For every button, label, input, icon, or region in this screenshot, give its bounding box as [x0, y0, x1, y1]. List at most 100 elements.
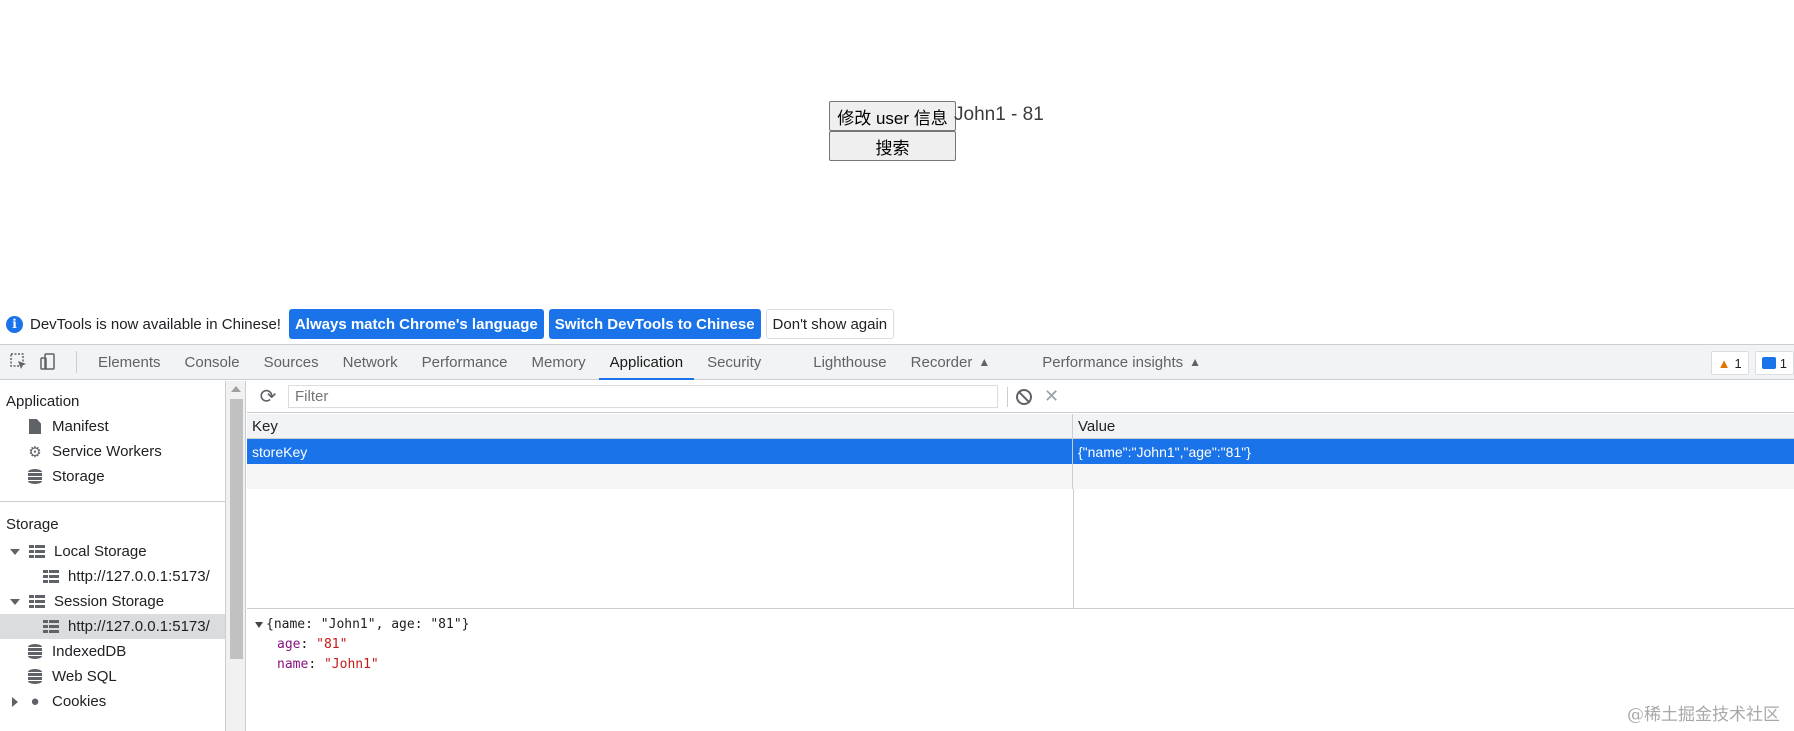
tab-application[interactable]: Application — [598, 345, 695, 380]
tab-label: Application — [609, 353, 684, 371]
warnings-badge[interactable]: ▲ 1 — [1710, 351, 1749, 375]
page-viewport: 修改 user 信息 John1 - 81 搜索 — [0, 0, 1794, 305]
table-grid-icon — [42, 569, 60, 585]
tab-label: Console — [184, 353, 240, 371]
delete-selected-icon[interactable]: ✕ — [1044, 386, 1059, 407]
user-info-text: John1 - 81 — [954, 104, 1044, 125]
sidebar-item-local-storage[interactable]: Local Storage — [0, 539, 225, 564]
property-value: "81" — [316, 637, 348, 652]
table-grid-icon — [42, 619, 60, 635]
search-button[interactable]: 搜索 — [829, 131, 956, 161]
clear-all-icon[interactable] — [1016, 388, 1032, 405]
row-key[interactable]: storeKey — [247, 439, 1073, 464]
sidebar-item-cookies[interactable]: ● Cookies — [0, 689, 225, 714]
scrollbar-thumb[interactable] — [230, 399, 243, 659]
filter-input[interactable] — [288, 385, 998, 408]
storage-toolbar: ⟳ ✕ — [247, 381, 1794, 413]
sidebar-item-label: Session Storage — [54, 593, 165, 610]
always-match-language-button[interactable]: Always match Chrome's language — [288, 309, 544, 339]
sidebar-item-service-workers[interactable]: ⚙ Service Workers — [0, 439, 225, 464]
sidebar-scrollbar[interactable] — [226, 381, 246, 731]
tab-elements[interactable]: Elements — [87, 345, 172, 380]
tab-network[interactable]: Network — [332, 345, 409, 380]
sidebar-divider — [0, 501, 225, 502]
tab-label: Security — [707, 353, 762, 371]
preview-summary-line[interactable]: {name: "John1", age: "81"} — [255, 615, 470, 635]
device-toolbar-icon[interactable] — [38, 351, 60, 373]
toolbar-separator — [1007, 386, 1008, 407]
database-icon — [26, 644, 44, 660]
gear-icon: ⚙ — [28, 443, 42, 461]
sidebar-item-label: Cookies — [52, 693, 107, 710]
tab-label: Recorder — [910, 353, 973, 371]
row-value[interactable]: {"name":"John1","age":"81"} — [1073, 439, 1794, 464]
row-key-empty[interactable] — [247, 464, 1073, 489]
sidebar-item-label: http://127.0.0.1:5173/ — [68, 568, 210, 585]
tab-recorder[interactable]: Recorder ▲ — [900, 345, 1002, 380]
tab-label: Performance insights — [1042, 353, 1184, 371]
message-icon — [1761, 357, 1776, 369]
infobar-message: DevTools is now available in Chinese! — [30, 315, 281, 333]
tab-memory[interactable]: Memory — [521, 345, 597, 380]
column-header-value[interactable]: Value — [1073, 414, 1794, 438]
sidebar-item-label: IndexedDB — [52, 643, 127, 660]
tab-lighthouse[interactable]: Lighthouse — [802, 345, 897, 380]
table-row[interactable]: storeKey {"name":"John1","age":"81"} — [247, 439, 1794, 464]
tab-label: Network — [342, 353, 398, 371]
warnings-count: 1 — [1734, 355, 1742, 371]
collapse-arrow-icon[interactable] — [12, 696, 18, 707]
tab-sources[interactable]: Sources — [253, 345, 330, 380]
table-grid-icon — [28, 544, 46, 560]
sidebar-item-label: Manifest — [52, 418, 109, 435]
messages-badge[interactable]: 1 — [1754, 351, 1794, 375]
expand-arrow-icon[interactable] — [10, 598, 20, 605]
sidebar-item-websql[interactable]: Web SQL — [0, 664, 225, 689]
cookie-icon: ● — [30, 693, 40, 710]
preview-property: age: "81" — [255, 635, 470, 655]
sidebar-section-application: Application — [6, 393, 80, 410]
property-key: age — [277, 637, 301, 652]
tab-console[interactable]: Console — [174, 345, 251, 380]
table-grid-icon — [28, 594, 46, 610]
column-header-key[interactable]: Key — [247, 414, 1073, 438]
refresh-icon[interactable]: ⟳ — [257, 384, 279, 409]
tab-security[interactable]: Security — [696, 345, 772, 380]
storage-panel: ⟳ ✕ Key Value storeKey {"name":"John1","… — [247, 381, 1794, 731]
dont-show-again-button[interactable]: Don't show again — [765, 309, 895, 339]
sidebar-item-label: Service Workers — [52, 443, 162, 460]
application-sidebar: Application Manifest ⚙ Service Workers S… — [0, 381, 226, 731]
warning-icon: ▲ — [1717, 355, 1731, 371]
scroll-up-icon[interactable] — [231, 386, 241, 392]
sidebar-item-session-origin[interactable]: http://127.0.0.1:5173/ — [0, 614, 225, 639]
row-value-empty[interactable] — [1073, 464, 1794, 489]
tab-performance[interactable]: Performance — [411, 345, 519, 380]
sidebar-item-session-storage[interactable]: Session Storage — [0, 589, 225, 614]
sidebar-item-indexeddb[interactable]: IndexedDB — [0, 639, 225, 664]
tab-label: Performance — [421, 353, 508, 371]
sidebar-item-label: http://127.0.0.1:5173/ — [68, 618, 210, 635]
tab-label: Memory — [531, 353, 586, 371]
switch-to-chinese-button[interactable]: Switch DevTools to Chinese — [548, 309, 761, 339]
tab-label: Sources — [263, 353, 319, 371]
toolbar-separator — [76, 351, 77, 373]
document-icon — [26, 419, 44, 435]
sidebar-item-label: Local Storage — [54, 543, 147, 560]
table-row-empty[interactable] — [247, 464, 1794, 489]
expand-arrow-icon[interactable] — [255, 622, 263, 628]
preview-summary: {name: "John1", age: "81"} — [266, 617, 470, 632]
edit-user-button[interactable]: 修改 user 信息 — [829, 101, 956, 131]
tab-label: Lighthouse — [813, 353, 887, 371]
watermark: @稀土掘金技术社区 — [1627, 705, 1780, 725]
table-header: Key Value — [247, 414, 1794, 439]
database-icon — [26, 669, 44, 685]
inspect-element-icon[interactable] — [8, 351, 30, 373]
sidebar-item-storage[interactable]: Storage — [0, 464, 225, 489]
sidebar-item-local-origin[interactable]: http://127.0.0.1:5173/ — [0, 564, 225, 589]
tab-performance-insights[interactable]: Performance insights ▲ — [1031, 345, 1212, 380]
preview-property: name: "John1" — [255, 655, 470, 675]
language-infobar: i DevTools is now available in Chinese! … — [0, 305, 1794, 343]
devtools-tabbar: Elements Console Sources Network Perform… — [0, 344, 1794, 380]
storage-table: Key Value storeKey {"name":"John1","age"… — [247, 414, 1794, 609]
expand-arrow-icon[interactable] — [10, 548, 20, 555]
sidebar-item-manifest[interactable]: Manifest — [0, 414, 225, 439]
